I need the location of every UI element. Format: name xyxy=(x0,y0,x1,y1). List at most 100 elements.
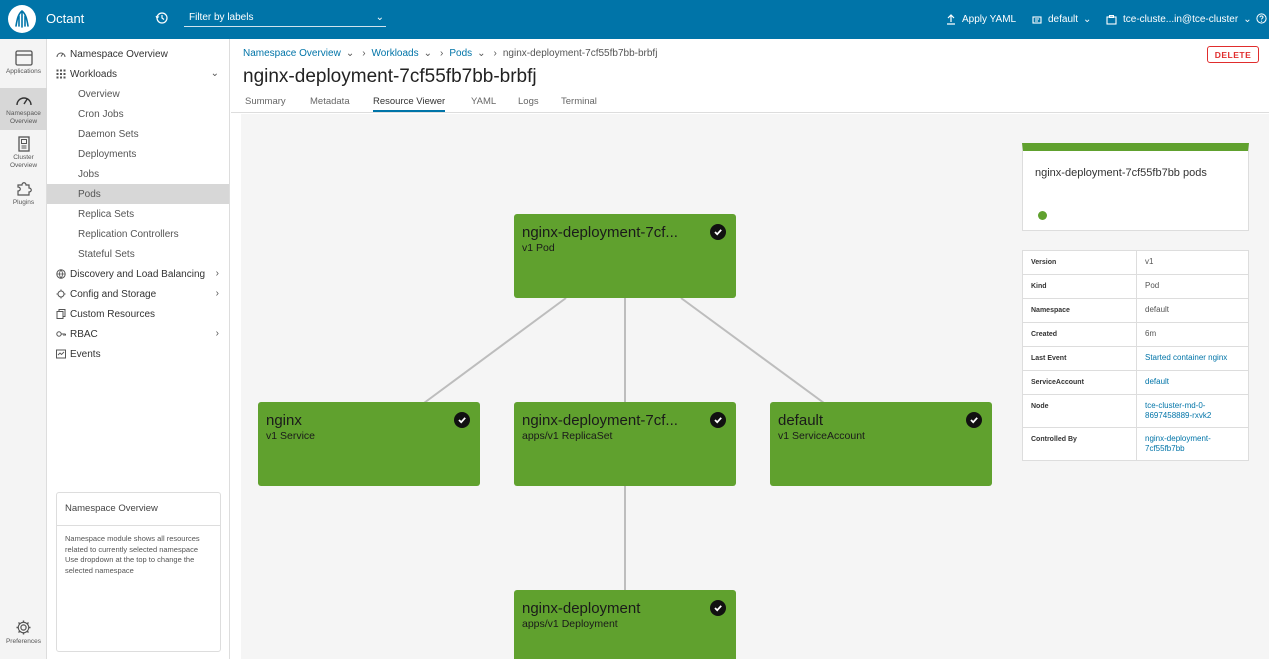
top-header: Octant Filter by labels ⌄ Apply YAML def… xyxy=(0,0,1269,39)
nav-jobs-label: Jobs xyxy=(78,168,100,180)
nav-config-storage[interactable]: Config and Storage › xyxy=(47,284,229,304)
chevron-down-icon: ⌄ xyxy=(375,12,384,23)
prop-key: Created xyxy=(1023,323,1137,346)
nav-events[interactable]: Events xyxy=(47,344,229,364)
rail-namespace-label-2: Overview xyxy=(9,118,38,125)
delete-button[interactable]: DELETE xyxy=(1207,46,1259,63)
tab-yaml[interactable]: YAML xyxy=(471,96,496,107)
nav-deployments[interactable]: Deployments xyxy=(47,144,229,164)
prop-value: 6m xyxy=(1145,329,1157,338)
rail-preferences[interactable]: Preferences xyxy=(0,619,47,653)
nav-stateful-sets[interactable]: Stateful Sets xyxy=(47,244,229,264)
serviceaccount-link[interactable]: default xyxy=(1137,371,1248,394)
nav-pods[interactable]: Pods xyxy=(47,184,229,204)
nav-jobs[interactable]: Jobs xyxy=(47,164,229,184)
check-circle-icon xyxy=(710,412,726,428)
rail-namespace-label-1: Namespace xyxy=(6,110,41,117)
filter-placeholder: Filter by labels xyxy=(189,12,254,23)
module-rail: Applications Namespace Overview Cluster … xyxy=(0,39,47,659)
rail-namespace-overview[interactable]: Namespace Overview xyxy=(0,88,47,130)
breadcrumb-current: nginx-deployment-7cf55fb7bb-brbfj xyxy=(502,48,658,59)
chevron-down-icon: ⌄ xyxy=(210,68,219,79)
node-service[interactable]: nginx v1 Service xyxy=(258,402,480,486)
octant-logo[interactable] xyxy=(8,5,36,33)
nav-discovery-load-balancing[interactable]: Discovery and Load Balancing › xyxy=(47,264,229,284)
copy-icon xyxy=(56,309,66,319)
rail-applications[interactable]: Applications xyxy=(0,50,47,84)
prop-key: Kind xyxy=(1023,275,1137,298)
tab-metadata[interactable]: Metadata xyxy=(310,96,350,107)
tab-terminal[interactable]: Terminal xyxy=(561,96,597,107)
prop-key: ServiceAccount xyxy=(1023,371,1137,394)
last-event-link[interactable]: Started container nginx xyxy=(1137,347,1248,370)
breadcrumb: Namespace Overview ⌄ › Workloads ⌄ › Pod… xyxy=(243,48,657,59)
node-pod[interactable]: nginx-deployment-7cf... v1 Pod xyxy=(514,214,736,298)
label-filter-input[interactable]: Filter by labels ⌄ xyxy=(184,9,386,27)
nav-daemon-sets[interactable]: Daemon Sets xyxy=(47,124,229,144)
cluster-icon xyxy=(17,136,30,152)
nav-overview[interactable]: Overview xyxy=(47,84,229,104)
table-row: Node tce-cluster-md-0-8697458889-rxvk2 xyxy=(1023,395,1248,428)
node-deployment[interactable]: nginx-deployment apps/v1 Deployment xyxy=(514,590,736,659)
node-service-title: nginx xyxy=(266,412,302,429)
edge-pod-service xyxy=(423,297,567,404)
context-selector[interactable]: tce-cluste...in@tce-cluster ⌄ xyxy=(1106,0,1252,39)
nav-cron-jobs[interactable]: Cron Jobs xyxy=(47,104,229,124)
rail-plugins[interactable]: Plugins xyxy=(0,179,47,211)
key-icon xyxy=(56,331,66,337)
chevron-right-icon: › xyxy=(362,48,366,59)
help-card-body: Namespace module shows all resources rel… xyxy=(65,534,200,575)
namespace-selector[interactable]: default ⌄ xyxy=(1032,0,1091,39)
chevron-down-icon[interactable]: ⌄ xyxy=(424,48,432,59)
chevron-down-icon: ⌄ xyxy=(1243,14,1252,25)
breadcrumb-pods[interactable]: Pods xyxy=(449,48,472,59)
table-row: Namespace default xyxy=(1023,299,1248,323)
help-card: Namespace Overview Namespace module show… xyxy=(56,492,221,652)
controlled-by-link[interactable]: nginx-deployment-7cf55fb7bb xyxy=(1137,428,1248,460)
edge-pod-serviceaccount xyxy=(680,297,825,404)
prop-key: Controlled By xyxy=(1023,428,1137,460)
node-serviceaccount[interactable]: default v1 ServiceAccount xyxy=(770,402,992,486)
table-row: Last Event Started container nginx xyxy=(1023,347,1248,371)
prop-key: Last Event xyxy=(1023,347,1137,370)
upload-icon xyxy=(947,14,955,25)
cluster-context-icon xyxy=(1106,14,1117,25)
breadcrumb-workloads[interactable]: Workloads xyxy=(372,48,419,59)
tab-logs[interactable]: Logs xyxy=(518,96,539,107)
apply-yaml-button[interactable]: Apply YAML xyxy=(946,0,1016,39)
chevron-right-icon: › xyxy=(493,48,497,59)
resource-graph-canvas[interactable]: nginx-deployment-7cf... v1 Pod nginx v1 … xyxy=(241,114,1006,659)
nav-replication-controllers[interactable]: Replication Controllers xyxy=(47,224,229,244)
prop-key: Version xyxy=(1023,251,1137,274)
app-name: Octant xyxy=(46,11,85,26)
nav-workloads[interactable]: Workloads ⌄ xyxy=(47,64,229,84)
tab-resource-viewer[interactable]: Resource Viewer xyxy=(373,96,446,112)
history-icon[interactable] xyxy=(155,11,169,25)
node-replicaset-title: nginx-deployment-7cf... xyxy=(522,412,678,429)
nav-namespace-overview[interactable]: Namespace Overview xyxy=(47,44,229,64)
puzzle-icon xyxy=(16,182,32,196)
nav-rbac[interactable]: RBAC › xyxy=(47,324,229,344)
chevron-right-icon: › xyxy=(215,328,219,339)
help-icon[interactable] xyxy=(1256,13,1267,24)
table-row: ServiceAccount default xyxy=(1023,371,1248,395)
nav-replication-controllers-label: Replication Controllers xyxy=(78,228,179,240)
node-deployment-title: nginx-deployment xyxy=(522,600,641,617)
node-pod-kind: v1 Pod xyxy=(522,242,555,254)
prop-key: Node xyxy=(1023,395,1137,427)
rail-cluster-overview[interactable]: Cluster Overview xyxy=(0,136,47,172)
nav-replica-sets[interactable]: Replica Sets xyxy=(47,204,229,224)
node-link[interactable]: tce-cluster-md-0-8697458889-rxvk2 xyxy=(1137,395,1248,427)
status-dot xyxy=(1038,211,1047,220)
nav-cron-jobs-label: Cron Jobs xyxy=(78,108,124,120)
breadcrumb-namespace-overview[interactable]: Namespace Overview xyxy=(243,48,341,59)
node-deployment-kind: apps/v1 Deployment xyxy=(522,618,618,630)
node-replicaset[interactable]: nginx-deployment-7cf... apps/v1 ReplicaS… xyxy=(514,402,736,486)
tab-summary[interactable]: Summary xyxy=(245,96,286,107)
rail-preferences-label: Preferences xyxy=(5,638,42,645)
resource-detail-panel: nginx-deployment-7cf55fb7bb pods Version… xyxy=(1006,114,1269,659)
chevron-down-icon[interactable]: ⌄ xyxy=(477,48,485,59)
nav-custom-resources[interactable]: Custom Resources xyxy=(47,304,229,324)
properties-table: Version v1 Kind Pod Namespace default Cr… xyxy=(1022,250,1249,461)
chevron-down-icon[interactable]: ⌄ xyxy=(346,48,354,59)
